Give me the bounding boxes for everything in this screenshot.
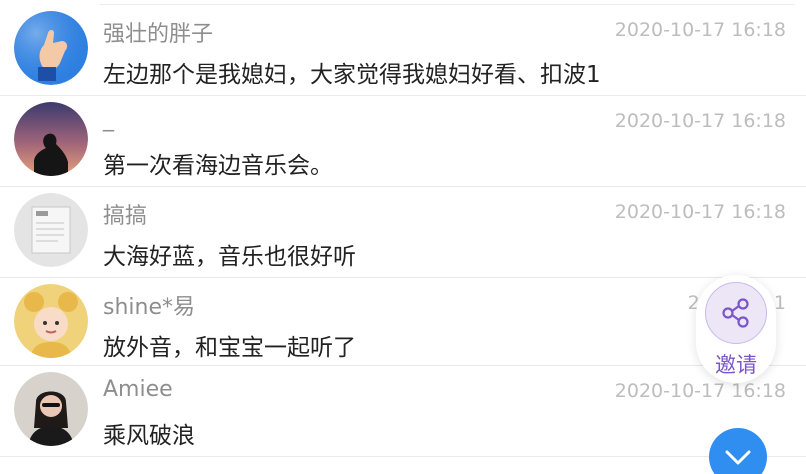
avatar[interactable]	[14, 11, 88, 85]
chevron-down-icon	[725, 450, 751, 465]
comment-text: 放外音，和宝宝一起听了	[103, 335, 356, 361]
avatar-image	[14, 284, 88, 358]
comment-page: 强壮的胖子 2020-10-17 16:18 左边那个是我媳妇，大家觉得我媳妇好…	[0, 0, 806, 474]
invite-button[interactable]: 邀请	[696, 275, 776, 383]
avatar[interactable]	[14, 102, 88, 176]
list-item[interactable]: _ 2020-10-17 16:18 第一次看海边音乐会。	[0, 96, 806, 187]
list-item[interactable]: 搞搞 2020-10-17 16:18 大海好蓝，音乐也很好听	[0, 187, 806, 278]
username[interactable]: Amiee	[103, 377, 173, 402]
username[interactable]: 搞搞	[103, 198, 147, 230]
timestamp: 2020-10-17 16:18	[614, 380, 786, 402]
username[interactable]: 强壮的胖子	[103, 16, 213, 48]
username[interactable]: shine*易	[103, 289, 195, 321]
avatar-image	[14, 372, 88, 446]
list-item[interactable]: shine*易 2020-10-1 放外音，和宝宝一起听了	[0, 278, 806, 366]
avatar[interactable]	[14, 193, 88, 267]
timestamp: 2020-10-17 16:18	[614, 19, 786, 41]
share-icon	[722, 298, 749, 328]
avatar[interactable]	[14, 284, 88, 358]
avatar-image	[14, 102, 88, 176]
share-button[interactable]	[705, 282, 767, 344]
list-item[interactable]: Amiee 2020-10-17 16:18 乘风破浪	[0, 366, 806, 457]
comment-list: 强壮的胖子 2020-10-17 16:18 左边那个是我媳妇，大家觉得我媳妇好…	[0, 5, 806, 457]
username[interactable]: _	[103, 107, 114, 132]
list-item[interactable]: 强壮的胖子 2020-10-17 16:18 左边那个是我媳妇，大家觉得我媳妇好…	[0, 5, 806, 96]
comment-text: 乘风破浪	[103, 423, 195, 449]
avatar[interactable]	[14, 372, 88, 446]
avatar-image	[14, 193, 88, 267]
comment-text: 大海好蓝，音乐也很好听	[103, 244, 356, 270]
avatar-image	[14, 11, 88, 85]
timestamp: 2020-10-17 16:18	[614, 110, 786, 132]
invite-label: 邀请	[715, 353, 757, 377]
timestamp: 2020-10-17 16:18	[614, 201, 786, 223]
comment-text: 左边那个是我媳妇，大家觉得我媳妇好看、扣波1	[103, 62, 601, 88]
comment-text: 第一次看海边音乐会。	[103, 153, 333, 179]
